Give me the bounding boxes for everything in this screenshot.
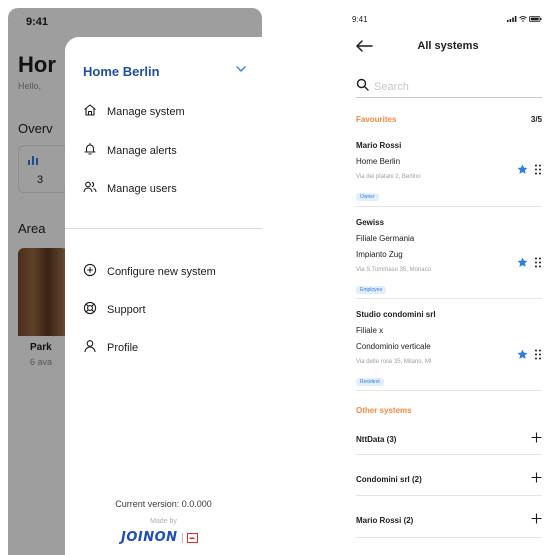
wifi-icon xyxy=(519,16,527,22)
users-icon xyxy=(83,180,97,197)
user-icon xyxy=(83,339,97,356)
chevron-down-icon xyxy=(234,62,248,81)
favourite-system-card[interactable]: Studio condomini srl Filiale x Condomini… xyxy=(356,310,542,388)
menu-item-support[interactable]: Support xyxy=(83,301,146,318)
status-bar: 9:41 xyxy=(346,8,550,30)
left-phone-screen: 9:41 Hor Hello, Overv 3 Area Park 6 ava … xyxy=(8,8,262,555)
side-menu: Home Berlin Manage system Manage alerts … xyxy=(65,37,262,555)
system-branch: Filiale Germania xyxy=(356,234,415,243)
other-system-row[interactable]: Mario Rossi (2) xyxy=(356,511,542,529)
drag-handle-icon[interactable] xyxy=(534,255,542,268)
divider xyxy=(356,454,542,455)
battery-icon xyxy=(529,16,542,22)
status-time: 9:41 xyxy=(352,15,368,24)
divider xyxy=(356,390,542,391)
brand-logo: JOINON ▬ xyxy=(121,530,198,545)
system-address: Via S.Tommaso 35, Monaco xyxy=(356,267,431,273)
other-system-label: Mario Rossi (2) xyxy=(356,515,414,525)
search-icon xyxy=(356,78,369,96)
plus-circle-icon xyxy=(83,263,97,280)
home-icon xyxy=(83,103,97,120)
divider xyxy=(356,495,542,496)
menu-item-label: Manage users xyxy=(107,182,177,195)
system-address: Via delle rose 35, Milano, MI xyxy=(356,359,432,365)
other-system-label: Condomini srl (2) xyxy=(356,474,422,484)
system-name: Impianto Zug xyxy=(356,250,403,259)
signal-icon xyxy=(507,16,517,22)
divider xyxy=(356,206,542,207)
menu-item-manage-alerts[interactable]: Manage alerts xyxy=(83,142,177,159)
divider xyxy=(356,537,542,538)
header: All systems xyxy=(346,36,550,58)
menu-item-manage-users[interactable]: Manage users xyxy=(83,180,177,197)
role-badge: Owner xyxy=(356,193,379,201)
system-name: Condominio verticale xyxy=(356,342,431,351)
other-system-row[interactable]: NttData (3) xyxy=(356,430,542,448)
menu-item-profile[interactable]: Profile xyxy=(83,339,138,356)
system-selector[interactable]: Home Berlin xyxy=(83,62,248,81)
other-system-label: NttData (3) xyxy=(356,434,397,444)
bell-icon xyxy=(83,142,97,159)
search-bar xyxy=(356,76,542,98)
role-badge: Resident xyxy=(356,378,384,386)
favourite-system-card[interactable]: Mario Rossi Home Berlin Via dei platani … xyxy=(356,141,542,203)
gewiss-logo-icon: ▬ xyxy=(186,532,198,543)
system-name: Home Berlin xyxy=(356,157,401,166)
star-icon[interactable] xyxy=(517,347,528,359)
system-name: Home Berlin xyxy=(83,64,160,79)
system-owner: Studio condomini srl xyxy=(356,310,436,319)
search-input[interactable] xyxy=(374,80,534,93)
menu-item-manage-system[interactable]: Manage system xyxy=(83,103,185,120)
right-phone-screen: 9:41 All systems Favourites 3/5 Mario Ro… xyxy=(346,8,550,555)
star-icon[interactable] xyxy=(517,162,528,174)
other-systems-heading: Other systems xyxy=(356,406,412,415)
plus-icon[interactable] xyxy=(531,511,542,529)
menu-divider xyxy=(65,228,262,229)
drag-handle-icon[interactable] xyxy=(534,347,542,360)
system-owner: Gewiss xyxy=(356,218,385,227)
status-icons xyxy=(507,16,542,22)
favourite-system-card[interactable]: Gewiss Filiale Germania Impianto Zug Via… xyxy=(356,218,542,296)
app-version: Current version: 0.0.000 xyxy=(115,499,212,509)
menu-item-label: Manage system xyxy=(107,105,185,118)
menu-item-label: Configure new system xyxy=(107,265,216,278)
system-owner: Mario Rossi xyxy=(356,141,402,150)
made-by-label: Made by xyxy=(150,518,177,525)
star-icon[interactable] xyxy=(517,255,528,267)
system-branch: Filiale x xyxy=(356,326,384,335)
brand-divider xyxy=(181,532,183,543)
menu-item-configure-system[interactable]: Configure new system xyxy=(83,263,216,280)
plus-icon[interactable] xyxy=(531,430,542,448)
other-system-row[interactable]: Condomini srl (2) xyxy=(356,470,542,488)
system-address: Via dei platani 2, Berlino xyxy=(356,174,421,180)
plus-icon[interactable] xyxy=(531,470,542,488)
menu-item-label: Support xyxy=(107,303,146,316)
joinon-logo: JOINON xyxy=(121,530,178,545)
menu-item-label: Manage alerts xyxy=(107,144,177,157)
favourites-count: 3/5 xyxy=(530,115,542,124)
favourites-heading: Favourites xyxy=(356,115,397,124)
role-badge: Employee xyxy=(356,286,387,294)
drag-handle-icon[interactable] xyxy=(534,162,542,175)
divider xyxy=(356,298,542,299)
menu-item-label: Profile xyxy=(107,341,139,354)
page-title: All systems xyxy=(417,40,479,52)
lifebuoy-icon xyxy=(83,301,97,318)
